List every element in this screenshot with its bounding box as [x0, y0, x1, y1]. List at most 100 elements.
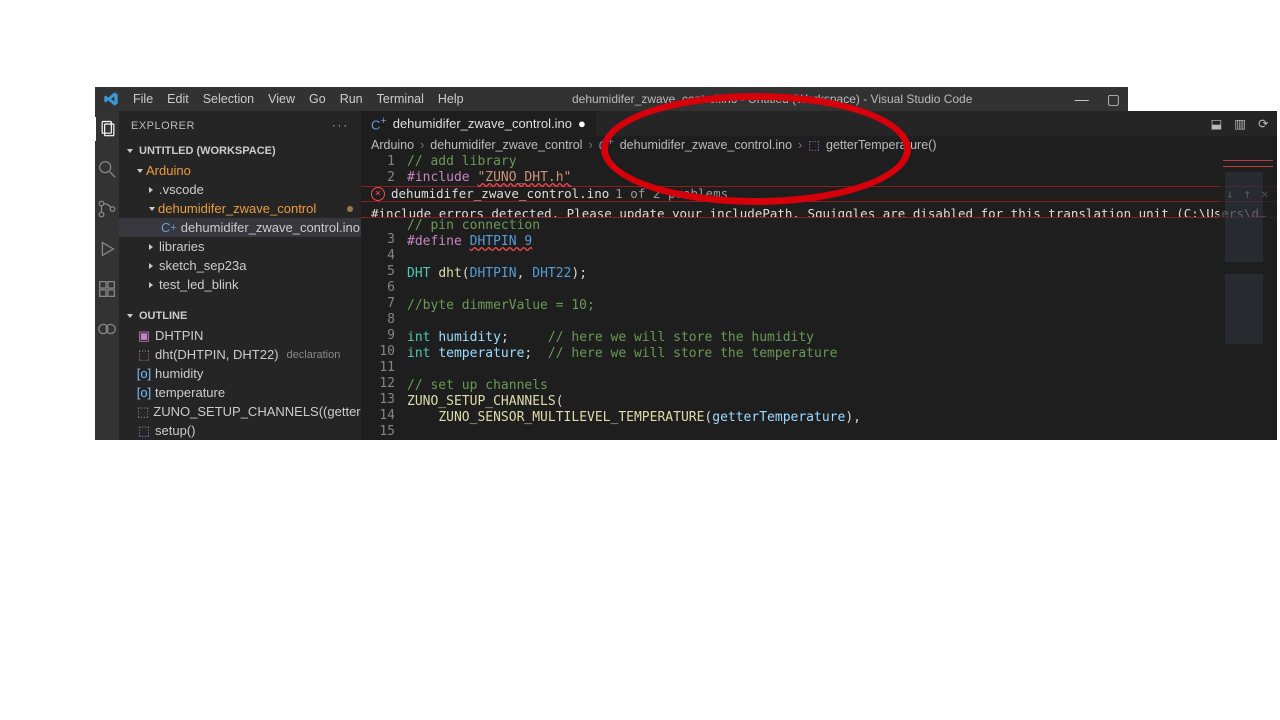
- breadcrumbs[interactable]: Arduino › dehumidifer_zwave_control › C+ deh…: [361, 136, 1277, 154]
- outline-label: setup(): [155, 423, 195, 438]
- code-line[interactable]: // set up channels: [407, 378, 1277, 394]
- tab-active[interactable]: C+ dehumidifer_zwave_control.ino ●: [361, 111, 597, 136]
- code-editor[interactable]: 123456789101112131415 // add library#inc…: [361, 154, 1277, 440]
- menu-edit[interactable]: Edit: [161, 90, 195, 108]
- tree-row[interactable]: libraries: [119, 237, 361, 256]
- titlebar: FileEditSelectionViewGoRunTerminalHelp d…: [95, 87, 1128, 111]
- code-line[interactable]: #define DHTPIN 9: [407, 234, 1277, 250]
- menu-help[interactable]: Help: [432, 90, 470, 108]
- menu-go[interactable]: Go: [303, 90, 332, 108]
- code-line[interactable]: // add library: [407, 154, 1277, 170]
- code-line[interactable]: DHT dht(DHTPIN, DHT22);: [407, 266, 1277, 282]
- menu-view[interactable]: View: [262, 90, 301, 108]
- menu-selection[interactable]: Selection: [197, 90, 260, 108]
- extensions-icon[interactable]: [95, 277, 119, 301]
- code-line[interactable]: [407, 314, 1277, 330]
- error-file: dehumidifer_zwave_control.ino: [391, 186, 609, 202]
- modified-dot-icon: [347, 206, 353, 212]
- tree-row[interactable]: C+ dehumidifer_zwave_control.ino: [119, 218, 361, 237]
- breadcrumb-segment[interactable]: getterTemperature(): [826, 138, 936, 152]
- outline-extra: declaration: [287, 349, 341, 361]
- outline-label: DHTPIN: [155, 328, 203, 343]
- code-line[interactable]: [407, 250, 1277, 266]
- explorer-icon[interactable]: [94, 117, 118, 141]
- code-line[interactable]: #include "ZUNO_DHT.h": [407, 170, 1277, 186]
- outline-row[interactable]: ⬚ dht(DHTPIN, DHT22) declaration: [119, 345, 361, 364]
- symbol-icon: ▣: [137, 329, 151, 343]
- symbol-icon: ⬚: [137, 424, 151, 438]
- split-editor-icon[interactable]: ▥: [1234, 116, 1246, 131]
- chevron-right-icon: ›: [798, 138, 802, 152]
- cpp-file-icon: C+: [161, 220, 177, 236]
- search-icon[interactable]: [95, 157, 119, 181]
- open-changes-icon[interactable]: ⬓: [1210, 116, 1222, 131]
- outline-section[interactable]: OUTLINE: [119, 306, 361, 326]
- source-control-icon[interactable]: [95, 197, 119, 221]
- outline-label: ZUNO_SETUP_CHANNELS((getterT…: [153, 404, 381, 419]
- breadcrumb-segment[interactable]: dehumidifer_zwave_control.ino: [620, 138, 792, 152]
- arduino-icon[interactable]: [95, 317, 119, 341]
- error-icon: ×: [371, 187, 385, 201]
- code-line[interactable]: [407, 282, 1277, 298]
- vscode-window: FileEditSelectionViewGoRunTerminalHelp d…: [95, 87, 1128, 440]
- outline-row[interactable]: [ᴏ] temperature: [119, 383, 361, 402]
- minimap[interactable]: [1219, 154, 1277, 440]
- activity-bar: [95, 111, 119, 440]
- menu-terminal[interactable]: Terminal: [371, 90, 430, 108]
- cpp-file-icon: C+: [599, 137, 614, 153]
- chevron-right-icon: ›: [588, 138, 592, 152]
- tree-label: dehumidifer_zwave_control.ino: [181, 220, 360, 235]
- editor-actions: ⬓ ▥ ⟳: [1210, 111, 1276, 136]
- code-line[interactable]: int humidity; // here we will store the …: [407, 330, 1277, 346]
- menu-run[interactable]: Run: [334, 90, 369, 108]
- outline-row[interactable]: ⬚ setup(): [119, 421, 361, 440]
- window-controls: — ▢: [1075, 91, 1120, 108]
- tree-label: dehumidifer_zwave_control: [158, 201, 316, 216]
- code-line[interactable]: ZUNO_SENSOR_MULTILEVEL_TEMPERATURE(gette…: [407, 410, 1277, 426]
- breadcrumb-segment[interactable]: Arduino: [371, 138, 414, 152]
- outline-label: dht(DHTPIN, DHT22): [155, 347, 279, 362]
- menu-file[interactable]: File: [127, 90, 159, 108]
- sidebar-more-icon[interactable]: ···: [332, 120, 349, 132]
- code-line[interactable]: //byte dimmerValue = 10;: [407, 298, 1277, 314]
- tree-row[interactable]: .vscode: [119, 180, 361, 199]
- tree-label: sketch_sep23a: [159, 258, 246, 273]
- more-actions-icon[interactable]: ⟳: [1258, 116, 1268, 131]
- tree-row[interactable]: Arduino: [119, 161, 361, 180]
- tree-label: libraries: [159, 239, 205, 254]
- outline-row[interactable]: ⬚ZUNO_SETUP_CHANNELS((getterT…: [119, 402, 361, 421]
- code-line[interactable]: int temperature; // here we will store t…: [407, 346, 1277, 362]
- tab-modified-icon: ●: [578, 116, 586, 131]
- sidebar-header: EXPLORER ···: [119, 111, 361, 141]
- symbol-icon: ⬚: [137, 405, 149, 419]
- outline-row[interactable]: ▣ DHTPIN: [119, 326, 361, 345]
- vscode-logo-icon: [103, 91, 119, 107]
- tab-label: dehumidifer_zwave_control.ino: [393, 116, 572, 131]
- outline-list: ▣ DHTPIN ⬚ dht(DHTPIN, DHT22) declaration [ᴏ]…: [119, 326, 361, 440]
- chevron-right-icon: ›: [420, 138, 424, 152]
- tree-row[interactable]: sketch_sep23a: [119, 256, 361, 275]
- outline-label: humidity: [155, 366, 203, 381]
- tree-label: test_led_blink: [159, 277, 239, 292]
- code-line[interactable]: ZUNO_SETUP_CHANNELS(: [407, 394, 1277, 410]
- maximize-icon[interactable]: ▢: [1107, 91, 1120, 108]
- file-tree: Arduino .vscode dehumidifer_zwave_control C…: [119, 161, 361, 294]
- outline-label: temperature: [155, 385, 225, 400]
- problems-peek-message: #include errors detected. Please update …: [361, 202, 1277, 218]
- code-line[interactable]: [407, 362, 1277, 378]
- outline-row[interactable]: [ᴏ]humidity: [119, 364, 361, 383]
- code-line[interactable]: // pin connection: [407, 218, 1277, 234]
- breadcrumb-segment[interactable]: dehumidifer_zwave_control: [430, 138, 582, 152]
- problems-peek-header[interactable]: × dehumidifer_zwave_control.ino 1 of 2 pro…: [361, 186, 1277, 202]
- tree-label: Arduino: [146, 163, 191, 178]
- workspace-section[interactable]: UNTITLED (WORKSPACE): [119, 141, 361, 161]
- tree-row[interactable]: dehumidifer_zwave_control: [119, 199, 361, 218]
- run-debug-icon[interactable]: [95, 237, 119, 261]
- error-count: 1 of 2 problems: [615, 186, 728, 202]
- minimize-icon[interactable]: —: [1075, 91, 1089, 108]
- symbol-icon: ⬚: [137, 348, 151, 362]
- main-menu: FileEditSelectionViewGoRunTerminalHelp: [127, 90, 470, 108]
- tree-row[interactable]: test_led_blink: [119, 275, 361, 294]
- sidebar: EXPLORER ··· UNTITLED (WORKSPACE) Arduin…: [119, 111, 361, 440]
- symbol-icon: [ᴏ]: [137, 386, 151, 400]
